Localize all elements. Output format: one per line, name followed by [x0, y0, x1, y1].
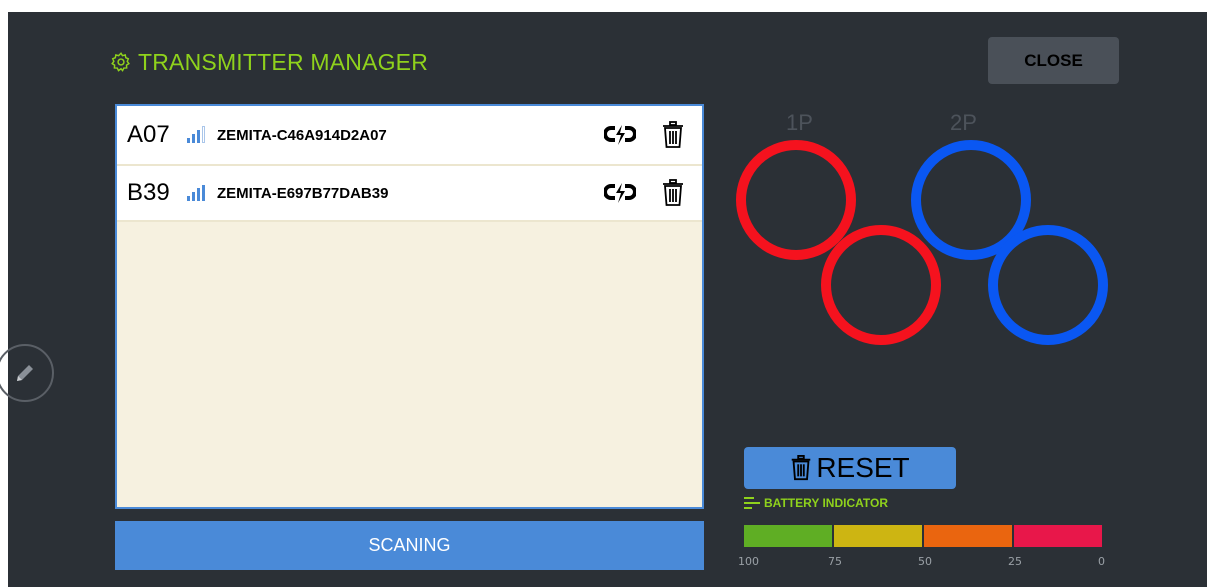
scan-button[interactable]: SCANING: [115, 521, 704, 570]
trash-icon[interactable]: [662, 179, 684, 207]
battery-level-label: 25: [1008, 555, 1022, 568]
close-button[interactable]: CLOSE: [988, 37, 1119, 84]
battery-indicator-title: BATTERY INDICATOR: [744, 496, 888, 510]
battery-level-label: 75: [828, 555, 842, 568]
pencil-icon: [17, 365, 33, 381]
page-title: TRANSMITTER MANAGER: [110, 47, 428, 77]
signal-strength-icon: [187, 126, 207, 143]
transmitter-name: ZEMITA-E697B77DAB39: [217, 184, 389, 202]
reset-button[interactable]: RESET: [744, 447, 956, 489]
transmitter-row[interactable]: B39 ZEMITA-E697B77DAB39: [117, 166, 702, 222]
battery-level-label: 100: [738, 555, 759, 568]
transmitter-row[interactable]: A07 ZEMITA-C46A914D2A07: [117, 106, 702, 166]
battery-title-text: BATTERY INDICATOR: [764, 496, 889, 510]
transmitter-code: B39: [127, 179, 170, 206]
battery-segment: [1014, 525, 1102, 547]
player-2-label: 2P: [950, 110, 977, 135]
bars-icon: [744, 497, 760, 509]
battery-level-label: 0: [1098, 555, 1105, 568]
player-1-label: 1P: [786, 110, 813, 135]
player-1-ring: [736, 140, 941, 345]
unlink-icon[interactable]: [604, 124, 636, 146]
transmitter-code: A07: [127, 121, 170, 148]
battery-level-label: 50: [918, 555, 932, 568]
trash-icon[interactable]: [662, 121, 684, 149]
battery-scale: [744, 525, 1102, 547]
transmitter-ring-indicators: [736, 140, 1108, 345]
title-text: TRANSMITTER MANAGER: [138, 48, 429, 75]
player-2-ring: [911, 140, 1108, 345]
battery-segment: [834, 525, 922, 547]
battery-segment: [744, 525, 832, 547]
transmitter-name: ZEMITA-C46A914D2A07: [217, 126, 387, 144]
unlink-icon[interactable]: [604, 182, 636, 204]
reset-label: RESET: [816, 452, 910, 483]
gear-icon: [111, 52, 130, 72]
signal-strength-icon: [187, 185, 207, 201]
battery-segment: [924, 525, 1012, 547]
battery-scale-labels: 100 75 50 25 0: [738, 555, 1110, 569]
transmitter-list: A07 ZEMITA-C46A914D2A07 B39 ZEMITA-E697B…: [115, 104, 704, 509]
trash-icon: [792, 455, 811, 481]
